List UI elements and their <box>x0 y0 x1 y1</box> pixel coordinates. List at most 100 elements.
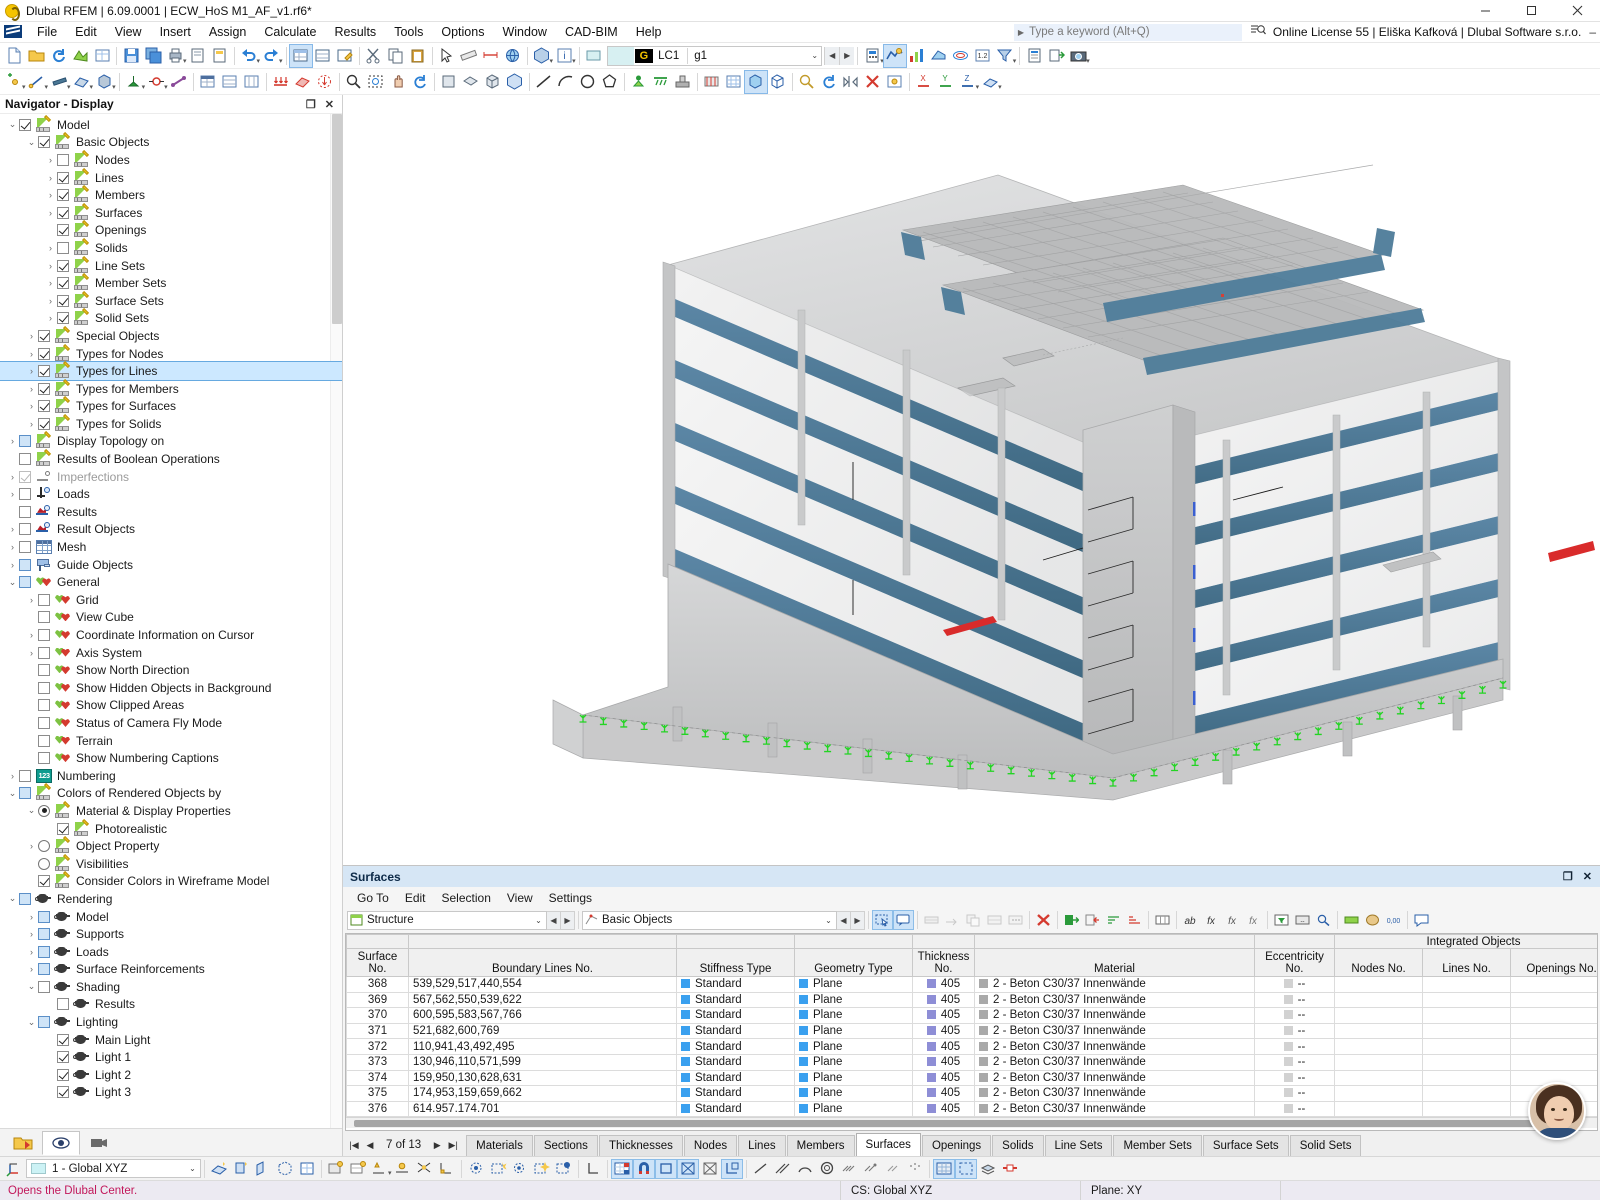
checkbox[interactable] <box>38 365 50 377</box>
navigator-item-types-for-surfaces[interactable]: ›Types for Surfaces <box>0 398 342 416</box>
chevron-right-icon[interactable]: › <box>25 349 38 359</box>
navigator-item-model[interactable]: ⌄Model <box>0 116 342 134</box>
arc-tool-icon[interactable] <box>555 71 577 93</box>
col-geometry-type[interactable]: Geometry Type <box>795 949 913 977</box>
checkbox[interactable] <box>19 523 31 535</box>
load-case-prev-button[interactable]: ◀ <box>824 47 839 65</box>
navigator-item-lines[interactable]: ›Lines <box>0 169 342 187</box>
refresh-view-icon[interactable] <box>818 71 840 93</box>
render-mode-icon[interactable] <box>745 71 767 93</box>
navigator-tree[interactable]: ⌄Model⌄Basic Objects›Nodes›Lines›Members… <box>0 114 342 1128</box>
col-boundary-lines[interactable]: Boundary Lines No. <box>409 949 677 977</box>
navigator-item-show-numbering-captions[interactable]: Show Numbering Captions <box>0 749 342 767</box>
copy-icon[interactable] <box>385 45 407 67</box>
navigator-item-members[interactable]: ›Members <box>0 186 342 204</box>
wireframe-mode-icon[interactable] <box>767 71 789 93</box>
navigator-item-loads[interactable]: ›Loads <box>0 485 342 503</box>
calculate-icon[interactable] <box>861 45 883 67</box>
chevron-right-icon[interactable]: › <box>6 542 19 552</box>
section-view-icon[interactable] <box>999 1159 1021 1179</box>
layers-icon[interactable] <box>977 1159 999 1179</box>
maximize-button[interactable] <box>1508 0 1554 22</box>
report-icon[interactable] <box>209 45 231 67</box>
search-input[interactable]: ▶ Type a keyword (Alt+Q) <box>1014 24 1242 41</box>
navigator-item-photorealistic[interactable]: Photorealistic <box>0 820 342 838</box>
cell-surface-no[interactable]: 372 <box>347 1039 409 1055</box>
cell-thickness-no[interactable]: 405 <box>913 1008 975 1024</box>
result-values-icon[interactable]: 1.2 <box>972 45 994 67</box>
tab-lines[interactable]: Lines <box>738 1135 786 1156</box>
surfaces-panel-float-icon[interactable]: ❐ <box>1563 870 1573 883</box>
cell-boundary-lines[interactable]: 600,595,583,567,766 <box>409 1008 677 1024</box>
cell-material[interactable]: 2 - Beton C30/37 Innenwände <box>975 1054 1255 1070</box>
decimals-button[interactable]: 0,00 <box>1383 910 1404 930</box>
navigator-item-imperfections[interactable]: ›Imperfections <box>0 468 342 486</box>
select-icon[interactable] <box>436 45 458 67</box>
table-row[interactable]: 373130,946,110,571,599StandardPlane4052 … <box>347 1054 1599 1070</box>
save-all-icon[interactable] <box>142 45 164 67</box>
navigator-item-line-sets[interactable]: ›Line Sets <box>0 257 342 275</box>
cell-boundary-lines[interactable]: 521,682,600,769 <box>409 1023 677 1039</box>
result-surface-icon[interactable] <box>928 45 950 67</box>
menu-assign[interactable]: Assign <box>200 23 256 41</box>
navigator-item-model[interactable]: ›Model <box>0 908 342 926</box>
plane-auto-icon[interactable] <box>274 1159 296 1179</box>
checkbox[interactable] <box>57 172 69 184</box>
surfaces-menu-goto[interactable]: Go To <box>349 890 397 906</box>
navigator-item-object-property[interactable]: ›Object Property <box>0 837 342 855</box>
cell-lines-no[interactable] <box>1423 1023 1511 1039</box>
rotate-icon[interactable] <box>409 71 431 93</box>
undo-icon[interactable] <box>238 45 260 67</box>
chevron-right-icon[interactable]: › <box>44 313 57 323</box>
objects-filter-prev-button[interactable]: ◀ <box>837 911 851 930</box>
chevron-right-icon[interactable]: › <box>44 208 57 218</box>
navigator-item-types-for-lines[interactable]: ›Types for Lines <box>0 362 342 380</box>
checkbox[interactable] <box>57 277 69 289</box>
cell-nodes-no[interactable] <box>1335 1008 1423 1024</box>
checkbox[interactable] <box>57 295 69 307</box>
navigator-item-surface-reinforcements[interactable]: ›Surface Reinforcements <box>0 961 342 979</box>
chevron-right-icon[interactable]: › <box>44 261 57 271</box>
navigator-item-shading[interactable]: ⌄Shading <box>0 978 342 996</box>
pagination-next-button[interactable]: ▶ <box>430 1140 444 1151</box>
table-layout-icon[interactable] <box>241 71 263 93</box>
tab-solid-sets[interactable]: Solid Sets <box>1290 1135 1362 1156</box>
cell-lines-no[interactable] <box>1423 1101 1511 1117</box>
tab-thicknesses[interactable]: Thicknesses <box>599 1135 683 1156</box>
cs-chevron-down-icon[interactable]: ⌄ <box>185 1164 200 1173</box>
checkbox[interactable] <box>57 1034 69 1046</box>
save-icon[interactable] <box>120 45 142 67</box>
cell-thickness-no[interactable]: 405 <box>913 977 975 993</box>
model-viewport-3d[interactable] <box>343 95 1600 865</box>
surfaces-menu-edit[interactable]: Edit <box>397 890 434 906</box>
cell-thickness-no[interactable]: 405 <box>913 1101 975 1117</box>
chevron-right-icon[interactable]: › <box>25 595 38 605</box>
model-nav-icon[interactable] <box>69 45 91 67</box>
chevron-right-icon[interactable]: › <box>25 630 38 640</box>
delete-icon[interactable] <box>862 71 884 93</box>
cell-openings-no[interactable] <box>1511 977 1599 993</box>
cell-stiffness-type[interactable]: Standard <box>677 1008 795 1024</box>
formula-fx2-button[interactable]: fx <box>1222 910 1243 930</box>
hinge-icon[interactable] <box>145 71 167 93</box>
checkbox[interactable] <box>19 893 31 905</box>
structure-filter-prev-button[interactable]: ◀ <box>547 911 561 930</box>
cell-lines-no[interactable] <box>1423 1086 1511 1102</box>
view-front-icon[interactable] <box>438 71 460 93</box>
surfaces-menu-settings[interactable]: Settings <box>541 890 600 906</box>
find-button[interactable] <box>1313 910 1334 930</box>
visibility-dot-icon[interactable] <box>553 1159 575 1179</box>
sort-desc-button[interactable] <box>1124 910 1145 930</box>
checkbox[interactable] <box>57 189 69 201</box>
checkbox[interactable] <box>38 735 50 747</box>
surface-load-icon[interactable] <box>292 71 314 93</box>
col-surface-no[interactable]: Surface No. <box>347 949 409 977</box>
cell-stiffness-type[interactable]: Standard <box>677 992 795 1008</box>
sort-asc-button[interactable] <box>1103 910 1124 930</box>
parallel-mode-icon[interactable] <box>772 1159 794 1179</box>
mesh-gen-icon[interactable] <box>723 71 745 93</box>
arc-mode-icon[interactable] <box>794 1159 816 1179</box>
cell-nodes-no[interactable] <box>1335 977 1423 993</box>
text-format-button[interactable]: ab <box>1180 910 1201 930</box>
cell-stiffness-type[interactable]: Standard <box>677 1054 795 1070</box>
